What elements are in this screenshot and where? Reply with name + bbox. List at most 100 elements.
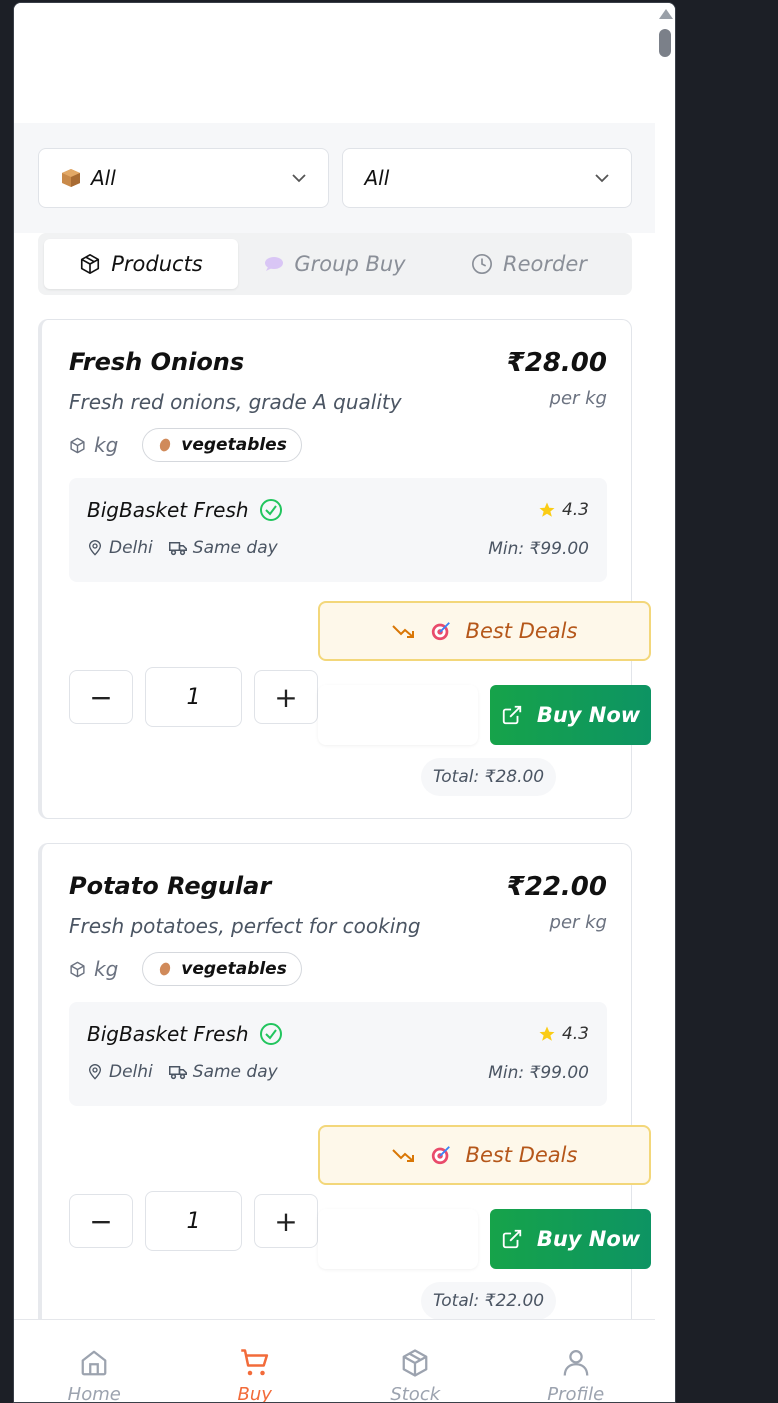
seller-name: BigBasket Fresh	[87, 498, 283, 522]
buy-now-label: Buy Now	[536, 703, 641, 727]
potato-icon	[160, 962, 171, 976]
scroll-thumb[interactable]	[659, 29, 671, 57]
external-link-icon	[502, 1229, 521, 1249]
category-label: vegetables	[181, 959, 287, 979]
external-link-icon	[502, 705, 521, 725]
tab-label: Products	[111, 252, 203, 276]
seller-location: Delhi Same day	[87, 538, 278, 558]
product-description: Fresh potatoes, perfect for cooking	[69, 914, 421, 938]
increase-quantity-button[interactable]: +	[254, 670, 318, 724]
decrease-quantity-button[interactable]: −	[69, 1194, 133, 1248]
nav-buy[interactable]: Buy	[175, 1320, 336, 1403]
secondary-action-placeholder	[318, 1209, 478, 1269]
nav-label: Profile	[547, 1384, 605, 1403]
buy-now-button[interactable]: Buy Now	[490, 685, 651, 745]
star-icon	[539, 1026, 555, 1041]
speech-bubble-icon	[265, 257, 284, 271]
seller-name-text: BigBasket Fresh	[87, 498, 249, 522]
seller-panel: BigBasket Fresh 4.3 Delhi Same day Min: …	[69, 478, 607, 582]
product-meta: kg vegetables	[69, 952, 302, 986]
secondary-select[interactable]: All	[341, 148, 632, 208]
tab-label: Group Buy	[294, 252, 406, 276]
seller-rating: 4.3	[538, 1024, 589, 1044]
nav-label: Buy	[237, 1384, 272, 1403]
category-chip: vegetables	[142, 428, 302, 462]
home-icon	[81, 1350, 107, 1376]
cube-icon	[70, 961, 85, 977]
chevron-down-icon	[595, 174, 609, 183]
buy-now-label: Buy Now	[536, 1227, 641, 1251]
product-meta: kg vegetables	[69, 428, 302, 462]
trending-down-icon	[391, 1149, 414, 1162]
nav-label: Stock	[390, 1384, 441, 1403]
trending-down-icon	[391, 625, 414, 638]
tabs-wrapper: Products Group Buy Reorder	[14, 233, 656, 295]
cube-icon	[70, 437, 85, 453]
quantity-input[interactable]: 1	[145, 667, 242, 727]
tab-reorder[interactable]: Reorder	[432, 239, 626, 289]
quantity-input[interactable]: 1	[145, 1191, 242, 1251]
location-text: Delhi	[109, 1062, 153, 1082]
rating-value: 4.3	[561, 1024, 589, 1044]
user-icon	[563, 1350, 589, 1376]
bottom-nav: Home Buy Stock Profile	[14, 1319, 657, 1403]
category-label: vegetables	[181, 435, 287, 455]
package-box-icon	[62, 169, 80, 187]
target-icon	[431, 1146, 450, 1165]
category-select[interactable]: All	[38, 148, 329, 208]
verified-check-icon	[259, 499, 282, 521]
scroll-up-arrow[interactable]	[659, 9, 673, 19]
decrease-quantity-button[interactable]: −	[69, 670, 133, 724]
tab-group-buy[interactable]: Group Buy	[238, 239, 432, 289]
nav-profile[interactable]: Profile	[496, 1320, 657, 1403]
vertical-scrollbar[interactable]	[655, 3, 675, 1402]
map-pin-icon	[88, 1064, 102, 1080]
location-text: Delhi	[109, 538, 153, 558]
truck-icon	[168, 1066, 187, 1080]
secondary-action-placeholder	[318, 685, 478, 745]
best-deals-button[interactable]: Best Deals	[318, 1125, 651, 1185]
best-deals-button[interactable]: Best Deals	[318, 601, 651, 661]
product-title: Potato Regular	[69, 872, 272, 900]
product-price: ₹28.00	[506, 348, 607, 378]
delivery-text: Same day	[192, 1062, 278, 1082]
seller-panel: BigBasket Fresh 4.3 Delhi Same day Min: …	[69, 1002, 607, 1106]
nav-label: Home	[67, 1384, 121, 1403]
deals-label: Best Deals	[465, 1143, 578, 1167]
deals-label: Best Deals	[465, 619, 578, 643]
total-price: Total: ₹28.00	[421, 758, 557, 796]
category-select-value: All	[91, 166, 116, 190]
product-unit: kg	[94, 957, 119, 981]
rating-value: 4.3	[561, 500, 589, 520]
delivery-text: Same day	[192, 538, 278, 558]
product-description: Fresh red onions, grade A quality	[69, 390, 402, 414]
cart-icon	[241, 1349, 268, 1376]
scroll-content: All All Products Group Buy Reorder Fresh…	[14, 3, 656, 1343]
nav-home[interactable]: Home	[14, 1320, 175, 1403]
tab-products[interactable]: Products	[44, 239, 238, 289]
potato-icon	[160, 438, 171, 452]
product-price: ₹22.00	[506, 872, 607, 902]
truck-icon	[168, 542, 187, 556]
star-icon	[539, 502, 555, 517]
increase-quantity-button[interactable]: +	[254, 1194, 318, 1248]
nav-stock[interactable]: Stock	[335, 1320, 496, 1403]
verified-check-icon	[259, 1023, 282, 1045]
seller-name: BigBasket Fresh	[87, 1022, 283, 1046]
buy-now-button[interactable]: Buy Now	[490, 1209, 651, 1269]
min-order: Min: ₹99.00	[488, 539, 589, 559]
filter-bar: All All	[14, 123, 656, 233]
map-pin-icon	[88, 540, 102, 556]
seller-rating: 4.3	[538, 500, 589, 520]
clock-icon	[472, 254, 493, 274]
secondary-select-value: All	[364, 166, 390, 190]
product-unit: kg	[94, 433, 119, 457]
cube-icon	[81, 254, 100, 274]
product-card: Potato Regular ₹22.00 per kg Fresh potat…	[38, 843, 651, 1343]
product-card: Fresh Onions ₹28.00 per kg Fresh red oni…	[38, 319, 651, 819]
seller-location: Delhi Same day	[87, 1062, 278, 1082]
app-window: All All Products Group Buy Reorder Fresh…	[13, 2, 676, 1403]
header-space	[14, 3, 656, 123]
total-price: Total: ₹22.00	[421, 1282, 557, 1320]
seller-name-text: BigBasket Fresh	[87, 1022, 249, 1046]
